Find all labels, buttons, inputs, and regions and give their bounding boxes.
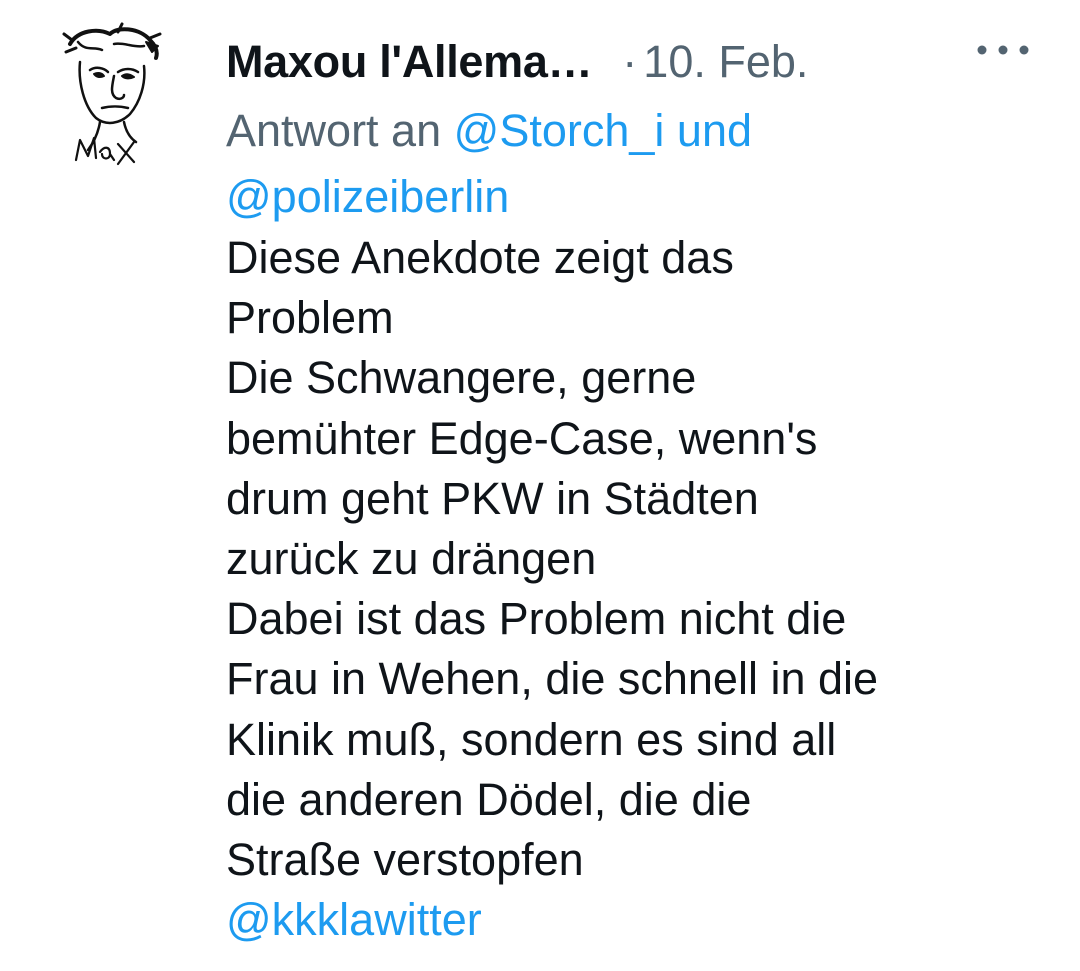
reply-and[interactable]: und: [677, 105, 752, 156]
tweet-text: Diese Anekdote zeigt das Problem Die Sch…: [226, 228, 1056, 950]
tweet-text-line: zurück zu drängen: [226, 533, 597, 585]
tweet-text-line: die anderen Dödel, die die: [226, 773, 752, 825]
tweet-text-line: Diese Anekdote zeigt das: [226, 232, 734, 283]
tweet-text-line: Straße verstopfen: [226, 834, 584, 886]
tweet-text-line: drum geht PKW in Städten: [226, 472, 759, 524]
tweet-text-line: Klinik muß, sondern es sind all: [226, 713, 837, 765]
tweet-text-line: Die Schwangere, gerne: [226, 352, 697, 404]
tweet-text-line: Dabei ist das Problem nicht die: [226, 593, 847, 645]
author-name[interactable]: Maxou l'Allema…: [226, 36, 593, 88]
tweet-date[interactable]: 10. Feb.: [643, 36, 808, 88]
tweet-text-line: Frau in Wehen, die schnell in die: [226, 653, 879, 705]
tweet-text-line: Problem: [226, 292, 394, 344]
more-horizontal-icon: [977, 45, 1029, 55]
more-options-button[interactable]: [968, 30, 1038, 70]
reply-mention-storch[interactable]: @Storch_i: [454, 105, 665, 156]
reply-mention-polizeiberlin[interactable]: @polizeiberlin: [226, 171, 509, 222]
avatar-sketch-icon: [62, 22, 162, 166]
reply-context: Antwort an @Storch_i und @polizeiberlin: [226, 98, 1026, 230]
reply-prefix: Antwort an: [226, 105, 442, 156]
header-separator: ·: [622, 36, 638, 87]
body-mention-kkklawitter[interactable]: @kkklawitter: [226, 890, 1056, 950]
author-avatar[interactable]: [58, 22, 166, 168]
tweet-text-line: bemühter Edge-Case, wenn's: [226, 412, 818, 464]
tweet-header: Maxou l'Allema… · 10. Feb.: [226, 30, 1056, 94]
